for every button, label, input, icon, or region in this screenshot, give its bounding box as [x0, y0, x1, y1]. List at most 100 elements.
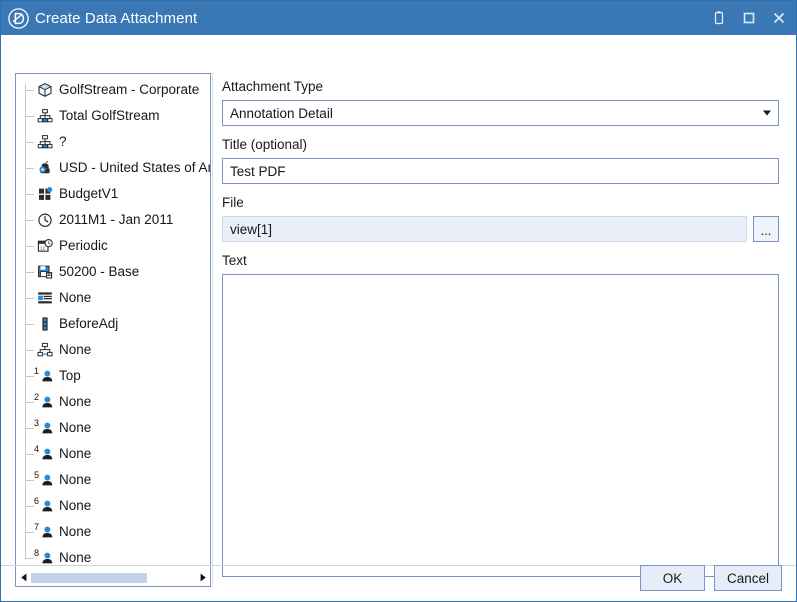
attachment-form: Attachment Type Annotation Detail Title …	[222, 79, 779, 588]
tree-item-label: Total GolfStream	[59, 108, 160, 123]
tree-item[interactable]: 2 None	[16, 389, 210, 415]
title-bar: Create Data Attachment	[1, 1, 796, 35]
scrollbar-track[interactable]	[31, 571, 195, 584]
text-field: Text	[222, 253, 779, 577]
tree-connector	[24, 207, 36, 233]
user-icon-number: 2	[34, 392, 40, 402]
user-icon-number: 4	[34, 444, 40, 454]
tree-item[interactable]: Total GolfStream	[16, 103, 210, 129]
title-input[interactable]: Test PDF	[222, 158, 779, 184]
tree-item-label: Top	[59, 368, 81, 383]
user-5-icon: 5	[34, 471, 54, 489]
chevron-down-icon[interactable]	[763, 110, 771, 116]
cube-icon	[36, 81, 54, 99]
tree-item[interactable]: BudgetV1	[16, 181, 210, 207]
svg-text:12: 12	[40, 246, 45, 251]
tree-item[interactable]: None	[16, 285, 210, 311]
user-2-icon: 2	[34, 392, 54, 411]
tree-item[interactable]: USD - United States of Ame	[16, 155, 210, 181]
pov-tree-list: GolfStream - Corporate Total GolfStream …	[16, 74, 210, 569]
panel-splitter[interactable]	[212, 73, 218, 587]
tree-item-label: BeforeAdj	[59, 316, 119, 331]
tree-item[interactable]: ?	[16, 129, 210, 155]
pov-tree-panel[interactable]: GolfStream - Corporate Total GolfStream …	[15, 73, 211, 587]
scroll-left-icon[interactable]	[16, 569, 31, 586]
tree-horizontal-scrollbar[interactable]	[16, 568, 210, 586]
tree-item-label: None	[59, 420, 92, 435]
tree-connector	[24, 129, 36, 155]
tree-item[interactable]: 12 Periodic	[16, 233, 210, 259]
clock-icon	[36, 211, 54, 229]
tree-item[interactable]: 50200 - Base	[16, 259, 210, 285]
user-7-icon: 7	[34, 522, 54, 541]
tree-item-label: Periodic	[59, 238, 108, 253]
tree-item-label: USD - United States of Ame	[59, 160, 210, 175]
attachment-type-select[interactable]: Annotation Detail	[222, 100, 779, 126]
file-input-value: view[1]	[230, 221, 273, 237]
ok-button[interactable]: OK	[639, 565, 705, 591]
tree-item[interactable]: 3 None	[16, 415, 210, 441]
tree-item-label: None	[59, 498, 92, 513]
calendar-clock-icon: 12	[36, 237, 54, 255]
user-icon-number: 8	[34, 548, 40, 558]
tree-item[interactable]: GolfStream - Corporate	[16, 77, 210, 103]
tree-item-label: None	[59, 290, 92, 305]
attachment-type-value: Annotation Detail	[230, 105, 333, 121]
dialog-footer: OK Cancel	[639, 565, 782, 591]
tree-item[interactable]: 2011M1 - Jan 2011	[16, 207, 210, 233]
tree-item-label: BudgetV1	[59, 186, 119, 201]
tree-item[interactable]: 1 Top	[16, 363, 210, 389]
film-strip-icon	[36, 315, 54, 333]
tree-item-label: ?	[59, 134, 67, 149]
user-4-icon: 4	[34, 444, 54, 463]
attachment-type-field: Attachment Type Annotation Detail	[222, 79, 779, 126]
tree-connector	[24, 259, 36, 285]
file-field: File view[1] ...	[222, 195, 779, 242]
account-icon	[36, 263, 54, 281]
list-detail-icon	[36, 289, 54, 307]
user-icon-number: 7	[34, 522, 40, 532]
user-icon-number: 1	[34, 366, 40, 376]
tree-item[interactable]: 5 None	[16, 467, 210, 493]
user-icon-number: 6	[34, 496, 40, 506]
tree-connector	[24, 155, 36, 181]
scenario-blocks-icon	[36, 185, 54, 203]
dialog-content: GolfStream - Corporate Total GolfStream …	[1, 35, 796, 601]
tree-item[interactable]: 4 None	[16, 441, 210, 467]
scrollbar-thumb[interactable]	[31, 572, 148, 583]
cancel-button[interactable]: Cancel	[713, 565, 782, 591]
tree-item-label: None	[59, 342, 92, 357]
create-data-attachment-dialog: Create Data Attachment GolfStream - Corp…	[0, 0, 797, 602]
hierarchy-icon	[36, 133, 54, 151]
currency-icon	[36, 159, 54, 177]
user-icon-number: 3	[34, 418, 40, 428]
file-label: File	[222, 195, 244, 210]
tree-item-label: GolfStream - Corporate	[59, 82, 200, 97]
tree-item[interactable]: 6 None	[16, 493, 210, 519]
window-title: Create Data Attachment	[35, 9, 198, 27]
attachment-type-label: Attachment Type	[222, 79, 324, 94]
tree-item-label: 50200 - Base	[59, 264, 140, 279]
dynamic-d-logo-icon	[7, 7, 29, 29]
tree-item[interactable]: 7 None	[16, 519, 210, 545]
tree-item[interactable]: None	[16, 337, 210, 363]
maximize-icon[interactable]	[734, 1, 764, 35]
browse-file-button[interactable]: ...	[753, 216, 779, 242]
tree-connector	[24, 103, 36, 129]
tree-item[interactable]: BeforeAdj	[16, 311, 210, 337]
hierarchy-flow-icon	[36, 341, 54, 359]
title-label: Title (optional)	[222, 137, 308, 152]
close-icon[interactable]	[764, 1, 794, 35]
tree-item-label: None	[59, 394, 92, 409]
restore-icon[interactable]	[704, 1, 734, 35]
text-textarea[interactable]	[222, 274, 779, 577]
tree-connector	[24, 233, 36, 259]
file-input[interactable]: view[1]	[222, 216, 747, 242]
title-field: Title (optional) Test PDF	[222, 137, 779, 184]
scroll-right-icon[interactable]	[195, 569, 210, 586]
tree-connector	[24, 337, 36, 363]
user-3-icon: 3	[34, 418, 54, 437]
text-label: Text	[222, 253, 247, 268]
tree-item-label: None	[59, 472, 92, 487]
title-input-value: Test PDF	[230, 163, 286, 179]
